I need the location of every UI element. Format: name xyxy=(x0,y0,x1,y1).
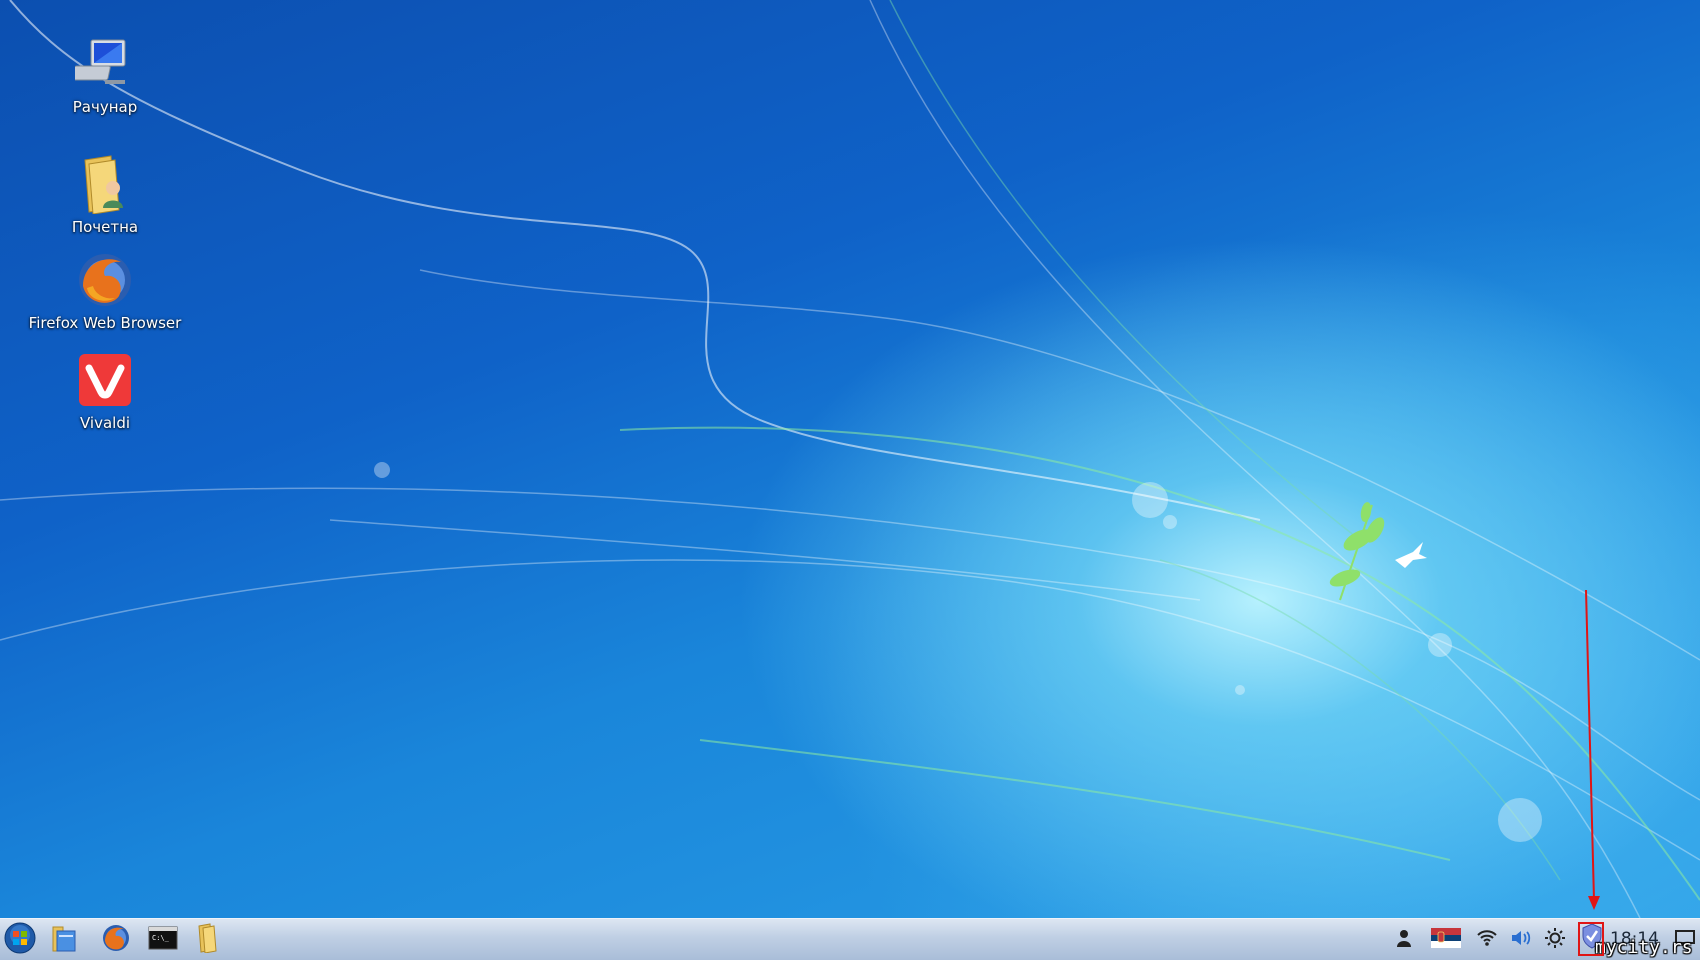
home-folder-icon xyxy=(73,154,137,214)
desktop-icon-vivaldi[interactable]: Vivaldi xyxy=(10,350,200,432)
taskbar-terminal[interactable]: C:\_ xyxy=(143,923,183,957)
desktop-icon-computer[interactable]: Рачунар xyxy=(10,34,200,116)
desktop-icon-label: Почетна xyxy=(71,218,139,236)
tray-user[interactable] xyxy=(1391,927,1417,953)
desktop-icon-label: Рачунар xyxy=(72,98,138,116)
user-icon xyxy=(1395,928,1413,952)
taskbar-firefox[interactable] xyxy=(96,923,136,957)
watermark: mycity.rs xyxy=(1595,937,1693,958)
brightness-icon xyxy=(1544,927,1566,953)
desktop[interactable]: Рачунар Почетна Firefox Web Browser Viva… xyxy=(0,0,1700,918)
desktop-icon-label: Firefox Web Browser xyxy=(28,314,182,332)
taskbar-file-manager[interactable] xyxy=(44,923,84,957)
tray-keyboard-layout[interactable] xyxy=(1430,927,1462,953)
computer-icon xyxy=(73,34,137,94)
vivaldi-icon xyxy=(73,350,137,410)
folder-icon xyxy=(196,923,220,957)
serbian-flag-icon xyxy=(1431,928,1461,952)
desktop-icon-label: Vivaldi xyxy=(79,414,131,432)
taskbar: C:\_ 18:14 mycity.rs xyxy=(0,918,1700,960)
tray-network[interactable] xyxy=(1474,927,1500,953)
start-button[interactable] xyxy=(0,921,40,959)
start-orb-icon xyxy=(3,921,37,959)
volume-icon xyxy=(1510,929,1532,951)
terminal-icon: C:\_ xyxy=(148,925,178,955)
svg-text:C:\_: C:\_ xyxy=(152,934,170,942)
tray-volume[interactable] xyxy=(1508,927,1534,953)
firefox-icon xyxy=(73,250,137,310)
firefox-icon xyxy=(101,923,131,957)
annotation-highlight-box xyxy=(1578,922,1604,956)
desktop-icon-home[interactable]: Почетна xyxy=(10,154,200,236)
taskbar-folder[interactable] xyxy=(188,923,228,957)
tray-brightness[interactable] xyxy=(1542,927,1568,953)
wallpaper-art xyxy=(0,0,1700,918)
file-manager-icon xyxy=(49,923,79,957)
wifi-icon xyxy=(1476,929,1498,951)
desktop-icon-firefox[interactable]: Firefox Web Browser xyxy=(10,250,200,332)
